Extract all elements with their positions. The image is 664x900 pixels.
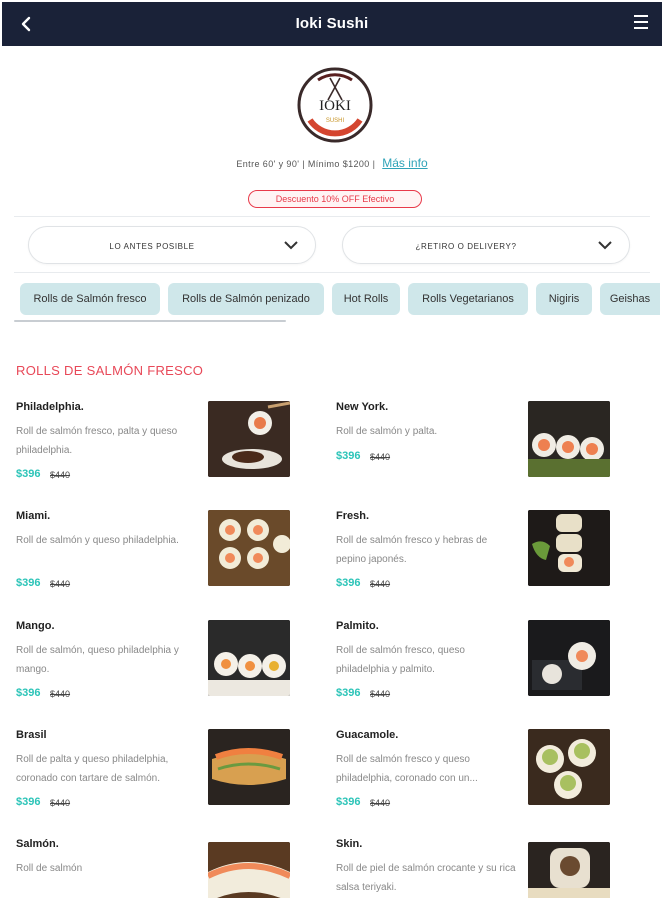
product-price: $396 bbox=[16, 577, 41, 589]
product-card[interactable]: Fresh. Roll de salmón fresco y hebras de… bbox=[336, 510, 636, 606]
product-price: $396 bbox=[336, 450, 361, 462]
product-name: Salmón. bbox=[16, 838, 59, 850]
discount-badge: Descuento 10% OFF Efectivo bbox=[248, 190, 422, 208]
category-chip[interactable]: Rolls de Salmón penizado bbox=[168, 283, 324, 315]
product-price: $396 bbox=[16, 796, 41, 808]
product-price: $396 bbox=[16, 687, 41, 699]
product-name: Brasil bbox=[16, 729, 47, 741]
delivery-time-minimum: Entre 60' y 90' | Mínimo $1200 | bbox=[236, 159, 376, 169]
product-image bbox=[528, 510, 610, 586]
restaurant-logo: IOKI SUSHI bbox=[296, 66, 374, 144]
product-price: $396 bbox=[336, 796, 361, 808]
product-card[interactable]: New York. Roll de salmón y palta. $396 $… bbox=[336, 401, 636, 497]
product-price: $396 bbox=[336, 577, 361, 589]
product-description: Roll de salmón fresco y hebras de pepino… bbox=[336, 535, 488, 565]
product-image bbox=[528, 401, 610, 477]
product-old-price: $440 bbox=[50, 579, 71, 589]
product-old-price: $440 bbox=[50, 689, 71, 699]
product-card[interactable]: Palmito. Roll de salmón fresco, queso ph… bbox=[336, 620, 636, 716]
product-image bbox=[208, 510, 290, 586]
product-card[interactable]: Brasil Roll de palta y queso philadelphi… bbox=[16, 729, 316, 825]
top-app-bar: Ioki Sushi bbox=[2, 2, 662, 46]
product-description: Roll de salmón fresco, queso philadelphi… bbox=[336, 645, 465, 675]
product-name: Fresh. bbox=[336, 510, 370, 522]
logo-wordmark: IOKI bbox=[319, 98, 351, 114]
product-name: Guacamole. bbox=[336, 729, 399, 741]
product-price: $396 bbox=[16, 468, 41, 480]
product-old-price: $440 bbox=[50, 798, 71, 808]
product-name: Mango. bbox=[16, 620, 55, 632]
product-card[interactable]: Philadelphia. Roll de salmón fresco, pal… bbox=[16, 401, 316, 497]
product-card[interactable]: Skin. Roll de piel de salmón crocante y … bbox=[336, 838, 636, 898]
divider bbox=[14, 216, 650, 217]
more-info-link[interactable]: Más info bbox=[382, 156, 427, 170]
product-image bbox=[208, 729, 290, 805]
product-old-price: $440 bbox=[370, 579, 391, 589]
product-card[interactable]: Guacamole. Roll de salmón fresco y queso… bbox=[336, 729, 636, 825]
delivery-info: Entre 60' y 90' | Mínimo $1200 | Más inf… bbox=[0, 156, 664, 170]
category-chip[interactable]: Hot Rolls bbox=[332, 283, 400, 315]
product-card[interactable]: Salmón. Roll de salmón bbox=[16, 838, 316, 898]
product-card[interactable]: Mango. Roll de salmón, queso philadelphi… bbox=[16, 620, 316, 716]
product-old-price: $440 bbox=[370, 689, 391, 699]
divider bbox=[14, 272, 650, 273]
time-select[interactable]: LO ANTES POSIBLE bbox=[28, 226, 316, 264]
product-image bbox=[528, 729, 610, 805]
category-chip[interactable]: Rolls de Salmón fresco bbox=[20, 283, 160, 315]
time-select-label: LO ANTES POSIBLE bbox=[109, 242, 195, 251]
product-name: Palmito. bbox=[336, 620, 379, 632]
product-old-price: $440 bbox=[370, 452, 391, 462]
product-name: New York. bbox=[336, 401, 389, 413]
product-description: Roll de palta y queso philadelphia, coro… bbox=[16, 754, 169, 784]
category-tabs: Rolls de Salmón fresco Rolls de Salmón p… bbox=[14, 283, 660, 317]
product-image bbox=[208, 620, 290, 696]
product-price: $396 bbox=[336, 687, 361, 699]
product-card[interactable]: Miami. Roll de salmón y queso philadelph… bbox=[16, 510, 316, 606]
category-scrollbar[interactable] bbox=[14, 320, 286, 322]
product-image bbox=[528, 620, 610, 696]
page-title: Ioki Sushi bbox=[295, 15, 369, 32]
chevron-down-icon bbox=[284, 241, 298, 250]
section-title: ROLLS DE SALMÓN FRESCO bbox=[16, 363, 204, 378]
category-chip[interactable]: Geishas bbox=[600, 283, 660, 315]
product-description: Roll de salmón bbox=[16, 863, 83, 874]
product-name: Miami. bbox=[16, 510, 51, 522]
delivery-select-label: ¿RETIRO O DELIVERY? bbox=[415, 242, 517, 251]
category-chip[interactable]: Nigiris bbox=[536, 283, 592, 315]
product-old-price: $440 bbox=[370, 798, 391, 808]
logo-subtext: SUSHI bbox=[326, 118, 345, 124]
product-description: Roll de salmón fresco y queso philadelph… bbox=[336, 754, 478, 784]
product-image bbox=[208, 401, 290, 477]
product-description: Roll de salmón y queso philadelphia. bbox=[16, 535, 179, 546]
product-description: Roll de salmón fresco, palta y queso phi… bbox=[16, 426, 178, 456]
category-chip[interactable]: Rolls Vegetarianos bbox=[408, 283, 528, 315]
product-description: Roll de salmón y palta. bbox=[336, 426, 438, 437]
hamburger-menu-icon[interactable] bbox=[634, 15, 650, 33]
product-image bbox=[528, 842, 610, 898]
product-description: Roll de piel de salmón crocante y su ric… bbox=[336, 863, 516, 893]
product-name: Philadelphia. bbox=[16, 401, 84, 413]
delivery-method-select[interactable]: ¿RETIRO O DELIVERY? bbox=[342, 226, 630, 264]
product-description: Roll de salmón, queso philadelphia y man… bbox=[16, 645, 179, 675]
product-name: Skin. bbox=[336, 838, 363, 850]
product-old-price: $440 bbox=[50, 470, 71, 480]
product-image bbox=[208, 842, 290, 898]
chevron-down-icon bbox=[598, 241, 612, 250]
